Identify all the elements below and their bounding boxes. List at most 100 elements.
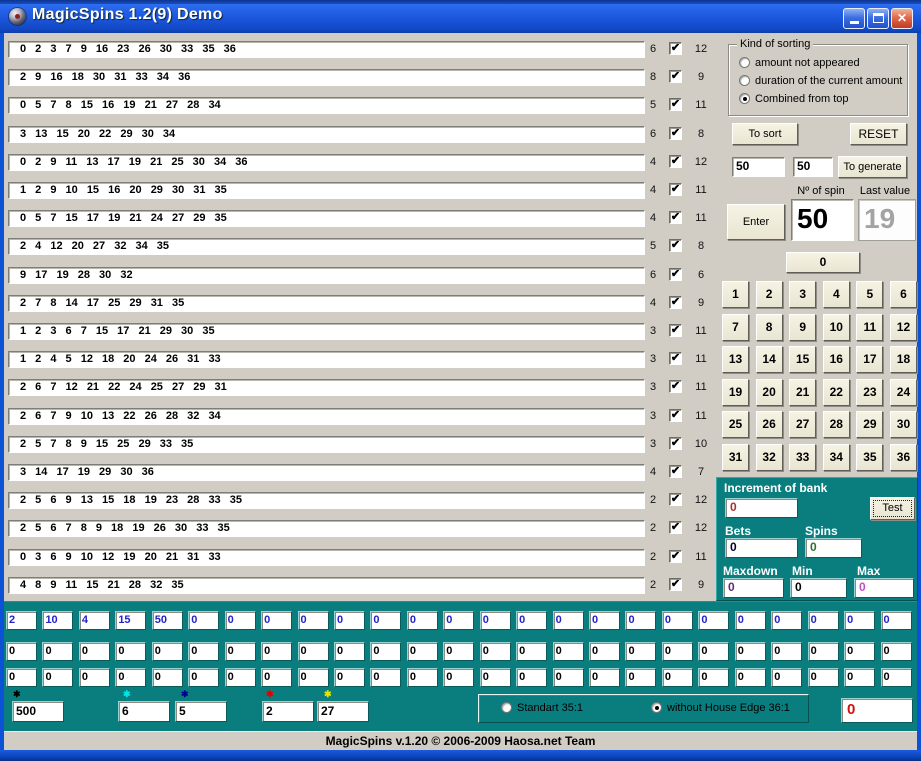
bet-field[interactable]: 0 <box>735 611 766 630</box>
bet-field[interactable]: 0 <box>334 668 365 687</box>
bet-field[interactable]: 0 <box>844 611 875 630</box>
number-button-2[interactable]: 2 <box>756 281 783 308</box>
number-button-20[interactable]: 20 <box>756 379 783 406</box>
marker-value-field[interactable]: 27 <box>317 701 369 722</box>
bet-field[interactable]: 0 <box>225 611 256 630</box>
row-checkbox[interactable]: ✔ <box>669 296 682 309</box>
bet-field[interactable]: 0 <box>662 611 693 630</box>
spin-sequence-field[interactable]: 3 14 17 19 29 30 36 <box>8 464 645 481</box>
bet-field[interactable]: 0 <box>407 611 438 630</box>
bet-field[interactable]: 0 <box>115 642 146 661</box>
spin-sequence-field[interactable]: 1 2 9 10 15 16 20 29 30 31 35 <box>8 182 645 199</box>
spin-sequence-field[interactable]: 0 5 7 15 17 19 21 24 27 29 35 <box>8 210 645 227</box>
payout-option[interactable]: without House Edge 36:1 <box>651 702 790 716</box>
bet-field[interactable]: 0 <box>261 668 292 687</box>
number-button-8[interactable]: 8 <box>756 314 783 341</box>
bet-field[interactable]: 0 <box>771 642 802 661</box>
number-button-25[interactable]: 25 <box>722 411 749 438</box>
bet-field[interactable]: 0 <box>662 668 693 687</box>
row-checkbox[interactable]: ✔ <box>669 239 682 252</box>
bet-field[interactable]: 0 <box>589 611 620 630</box>
row-checkbox[interactable]: ✔ <box>669 437 682 450</box>
number-button-30[interactable]: 30 <box>890 411 917 438</box>
generate-count-field-1[interactable]: 50 <box>732 157 785 177</box>
spin-sequence-field[interactable]: 2 5 6 7 8 9 18 19 26 30 33 35 <box>8 520 645 537</box>
bet-field[interactable]: 0 <box>370 668 401 687</box>
bet-field[interactable]: 0 <box>6 668 37 687</box>
number-button-31[interactable]: 31 <box>722 444 749 471</box>
bet-field[interactable]: 0 <box>480 642 511 661</box>
number-button-29[interactable]: 29 <box>856 411 883 438</box>
number-button-16[interactable]: 16 <box>823 346 850 373</box>
spin-sequence-field[interactable]: 2 9 16 18 30 31 33 34 36 <box>8 69 645 86</box>
number-button-33[interactable]: 33 <box>789 444 816 471</box>
bet-field[interactable]: 0 <box>79 668 110 687</box>
number-button-11[interactable]: 11 <box>856 314 883 341</box>
number-button-15[interactable]: 15 <box>789 346 816 373</box>
enter-button[interactable]: Enter <box>727 204 785 240</box>
max-field[interactable]: 0 <box>854 578 914 598</box>
bet-field[interactable]: 0 <box>698 611 729 630</box>
number-button-23[interactable]: 23 <box>856 379 883 406</box>
bet-field[interactable]: 0 <box>881 611 912 630</box>
bet-field[interactable]: 0 <box>844 642 875 661</box>
row-checkbox[interactable]: ✔ <box>669 211 682 224</box>
bet-field[interactable]: 4 <box>79 611 110 630</box>
to-generate-button[interactable]: To generate <box>838 156 907 178</box>
row-checkbox[interactable]: ✔ <box>669 127 682 140</box>
result-field[interactable]: 0 <box>841 698 913 723</box>
bet-field[interactable]: 2 <box>6 611 37 630</box>
bet-field[interactable]: 0 <box>735 668 766 687</box>
spins-field[interactable]: 0 <box>805 538 862 558</box>
number-button-7[interactable]: 7 <box>722 314 749 341</box>
bet-field[interactable]: 0 <box>188 611 219 630</box>
bet-field[interactable]: 0 <box>625 668 656 687</box>
bet-field[interactable]: 0 <box>407 668 438 687</box>
bet-field[interactable]: 0 <box>589 642 620 661</box>
maxdown-field[interactable]: 0 <box>723 578 784 598</box>
number-button-34[interactable]: 34 <box>823 444 850 471</box>
bet-field[interactable]: 0 <box>261 611 292 630</box>
bet-field[interactable]: 0 <box>225 668 256 687</box>
number-button-36[interactable]: 36 <box>890 444 917 471</box>
marker-value-field[interactable]: 2 <box>262 701 314 722</box>
bet-field[interactable]: 0 <box>480 668 511 687</box>
row-checkbox[interactable]: ✔ <box>669 70 682 83</box>
sorting-option[interactable]: duration of the current amount <box>739 75 902 88</box>
bet-field[interactable]: 0 <box>844 668 875 687</box>
bets-field[interactable]: 0 <box>725 538 798 558</box>
number-button-18[interactable]: 18 <box>890 346 917 373</box>
bet-field[interactable]: 0 <box>407 642 438 661</box>
bet-field[interactable]: 0 <box>225 642 256 661</box>
spin-sequence-field[interactable]: 3 13 15 20 22 29 30 34 <box>8 126 645 143</box>
bet-field[interactable]: 0 <box>881 642 912 661</box>
spin-sequence-field[interactable]: 2 5 7 8 9 15 25 29 33 35 <box>8 436 645 453</box>
bet-field[interactable]: 0 <box>771 668 802 687</box>
bet-field[interactable]: 0 <box>42 668 73 687</box>
number-button-32[interactable]: 32 <box>756 444 783 471</box>
number-button-22[interactable]: 22 <box>823 379 850 406</box>
bet-field[interactable]: 0 <box>771 611 802 630</box>
row-checkbox[interactable]: ✔ <box>669 98 682 111</box>
bet-field[interactable]: 0 <box>188 668 219 687</box>
bet-field[interactable]: 0 <box>298 642 329 661</box>
bet-field[interactable]: 50 <box>152 611 183 630</box>
number-button-3[interactable]: 3 <box>789 281 816 308</box>
number-button-24[interactable]: 24 <box>890 379 917 406</box>
number-button-27[interactable]: 27 <box>789 411 816 438</box>
bet-field[interactable]: 0 <box>553 668 584 687</box>
spin-sequence-field[interactable]: 2 7 8 14 17 25 29 31 35 <box>8 295 645 312</box>
bet-field[interactable]: 0 <box>334 642 365 661</box>
spin-sequence-field[interactable]: 0 2 3 7 9 16 23 26 30 33 35 36 <box>8 41 645 58</box>
spin-sequence-field[interactable]: 1 2 3 6 7 15 17 21 29 30 35 <box>8 323 645 340</box>
sorting-option[interactable]: amount not appeared <box>739 57 860 70</box>
marker-value-field[interactable]: 6 <box>118 701 170 722</box>
reset-button[interactable]: RESET <box>850 123 907 145</box>
bet-field[interactable]: 0 <box>152 642 183 661</box>
bet-field[interactable]: 0 <box>625 642 656 661</box>
bet-field[interactable]: 0 <box>370 642 401 661</box>
number-button-26[interactable]: 26 <box>756 411 783 438</box>
bet-field[interactable]: 0 <box>298 668 329 687</box>
bet-field[interactable]: 0 <box>79 642 110 661</box>
number-button-19[interactable]: 19 <box>722 379 749 406</box>
